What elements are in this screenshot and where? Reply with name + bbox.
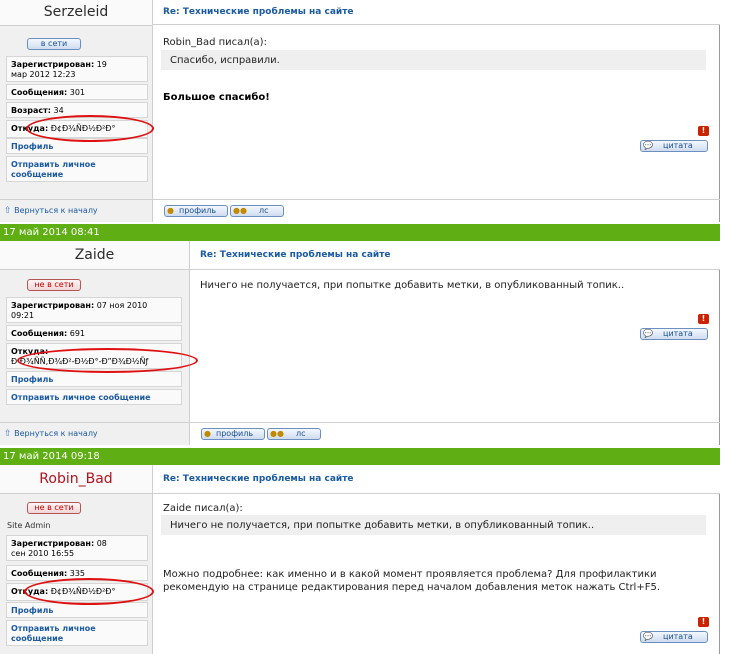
report-button[interactable]: !: [698, 314, 709, 324]
registered-info: Зарегистрирован: 19 мар 2012 12:23: [6, 56, 148, 82]
registered-label: Зарегистрирован:: [11, 60, 95, 69]
speech-bubble-icon: 💬: [643, 632, 653, 641]
back-to-top-label: Вернуться к началу: [14, 429, 98, 438]
post-body-line-2: рекомендую на странице редактирования пе…: [163, 582, 661, 593]
post-subject-bar: Re: Технические проблемы на сайте: [190, 241, 720, 270]
post-subject-bar: Re: Технические проблемы на сайте: [153, 465, 720, 494]
back-to-top-link[interactable]: ⇧ Вернуться к началу: [4, 206, 98, 216]
registered-value-2: мар 2012 12:23: [11, 70, 76, 79]
quote-block: Ничего не получается, при попытке добави…: [161, 515, 706, 535]
post-date-bar: 17 май 2014 09:18: [0, 448, 720, 465]
back-to-top-label: Вернуться к началу: [14, 206, 98, 215]
messages-info: Сообщения: 301: [6, 84, 148, 100]
post-footer: ⇧ Вернуться к началу ● профиль ●● лс: [0, 199, 720, 222]
registered-label: Зарегистрирован:: [11, 301, 95, 310]
quote-button[interactable]: 💬 цитата: [640, 328, 708, 340]
author-name[interactable]: Zaide: [0, 241, 189, 270]
post-footer: ⇧ Вернуться к началу ● профиль ●● лс: [0, 422, 720, 445]
report-button[interactable]: !: [698, 126, 709, 136]
quote-button[interactable]: 💬 цитата: [640, 631, 708, 643]
quote-button-label: цитата: [663, 329, 693, 338]
messages-label: Сообщения:: [11, 329, 68, 338]
online-status-button[interactable]: в сети: [27, 38, 81, 50]
post-3: Robin_Bad не в сети Site Admin Зарегистр…: [0, 465, 720, 654]
age-value: 34: [53, 106, 64, 115]
send-pm-link-line-1: Отправить личное: [11, 160, 96, 169]
pm-button-label: лс: [259, 206, 269, 215]
age-label: Возраст:: [11, 106, 51, 115]
post-date-bar: 17 май 2014 08:41: [0, 224, 720, 241]
post-body-line-1: Можно подробнее: как именно и в какой мо…: [163, 569, 657, 580]
registered-info: Зарегистрирован: 08 сен 2010 16:55: [6, 535, 148, 561]
quote-author: Robin_Bad писал(а):: [163, 37, 267, 48]
online-status-button[interactable]: не в сети: [27, 502, 81, 514]
highlight-oval: [17, 348, 198, 373]
pm-button-label: лс: [296, 429, 306, 438]
highlight-oval: [26, 115, 154, 142]
profile-link[interactable]: Профиль: [6, 371, 182, 387]
quote-button[interactable]: 💬 цитата: [640, 140, 708, 152]
post-author-panel: Zaide не в сети Зарегистрирован: 07 ноя …: [0, 241, 190, 423]
speech-bubble-icon: 💬: [643, 329, 653, 338]
online-status-button[interactable]: не в сети: [27, 279, 81, 291]
messages-label: Сообщения:: [11, 88, 68, 97]
quote-block: Спасибо, исправили.: [161, 50, 706, 70]
messages-value: 335: [69, 569, 86, 578]
author-name[interactable]: Robin_Bad: [0, 465, 152, 494]
user-rank: Site Admin: [7, 521, 51, 530]
post-subject-link[interactable]: Re: Технические проблемы на сайте: [200, 250, 391, 260]
registered-value: 19: [96, 60, 107, 69]
post-content: Re: Технические проблемы на сайте Ничего…: [190, 241, 720, 423]
post-1: Serzeleid в сети Зарегистрирован: 19 мар…: [0, 0, 720, 222]
registered-value-2: 09:21: [11, 311, 35, 320]
pm-button[interactable]: ●● лс: [230, 205, 284, 217]
registered-label: Зарегистрирован:: [11, 539, 95, 548]
quote-button-label: цитата: [663, 632, 693, 641]
highlight-oval: [24, 578, 154, 605]
arrow-up-icon: ⇧: [4, 429, 12, 439]
profile-button[interactable]: ● профиль: [164, 205, 228, 217]
speech-bubble-icon: 💬: [643, 141, 653, 150]
send-pm-link-line-2: сообщение: [11, 170, 64, 179]
post-content: Re: Технические проблемы на сайте Robin_…: [153, 0, 720, 200]
send-pm-link-line-1: Отправить личное: [11, 624, 96, 633]
pm-button[interactable]: ●● лс: [267, 428, 321, 440]
messages-value: 301: [69, 88, 86, 97]
send-pm-link[interactable]: Отправить личное сообщение: [6, 620, 148, 646]
post-subject-link[interactable]: Re: Технические проблемы на сайте: [163, 7, 354, 17]
post-body: Большое спасибо!: [163, 92, 270, 103]
post-body: Ничего не получается, при попытке добави…: [200, 280, 625, 291]
messages-value: 691: [69, 329, 86, 338]
user-icon: ●: [204, 429, 211, 438]
post-content: Re: Технические проблемы на сайте Zaide …: [153, 465, 720, 654]
send-pm-link[interactable]: Отправить личное сообщение: [6, 389, 182, 405]
author-name[interactable]: Serzeleid: [0, 0, 152, 26]
arrow-up-icon: ⇧: [4, 206, 12, 216]
registered-info: Зарегистрирован: 07 ноя 2010 09:21: [6, 297, 182, 323]
registered-value: 08: [96, 539, 107, 548]
users-icon: ●●: [270, 429, 284, 438]
profile-button-label: профиль: [216, 429, 254, 438]
profile-button-label: профиль: [179, 206, 217, 215]
quote-author: Zaide писал(а):: [163, 503, 243, 514]
messages-label: Сообщения:: [11, 569, 68, 578]
registered-value: 07 ноя 2010: [96, 301, 148, 310]
users-icon: ●●: [233, 206, 247, 215]
messages-info: Сообщения: 691: [6, 325, 182, 341]
post-body: Можно подробнее: как именно и в какой мо…: [163, 568, 710, 594]
report-button[interactable]: !: [698, 617, 709, 627]
post-subject-link[interactable]: Re: Технические проблемы на сайте: [163, 474, 354, 484]
post-author-panel: Robin_Bad не в сети Site Admin Зарегистр…: [0, 465, 153, 654]
post-2: Zaide не в сети Зарегистрирован: 07 ноя …: [0, 241, 720, 445]
registered-value-2: сен 2010 16:55: [11, 549, 75, 558]
back-to-top-link[interactable]: ⇧ Вернуться к началу: [4, 429, 98, 439]
send-pm-link[interactable]: Отправить личное сообщение: [6, 156, 148, 182]
user-icon: ●: [167, 206, 174, 215]
profile-button[interactable]: ● профиль: [201, 428, 265, 440]
post-subject-bar: Re: Технические проблемы на сайте: [153, 0, 720, 25]
post-author-panel: Serzeleid в сети Зарегистрирован: 19 мар…: [0, 0, 153, 200]
send-pm-link-line-2: сообщение: [11, 634, 64, 643]
quote-button-label: цитата: [663, 141, 693, 150]
